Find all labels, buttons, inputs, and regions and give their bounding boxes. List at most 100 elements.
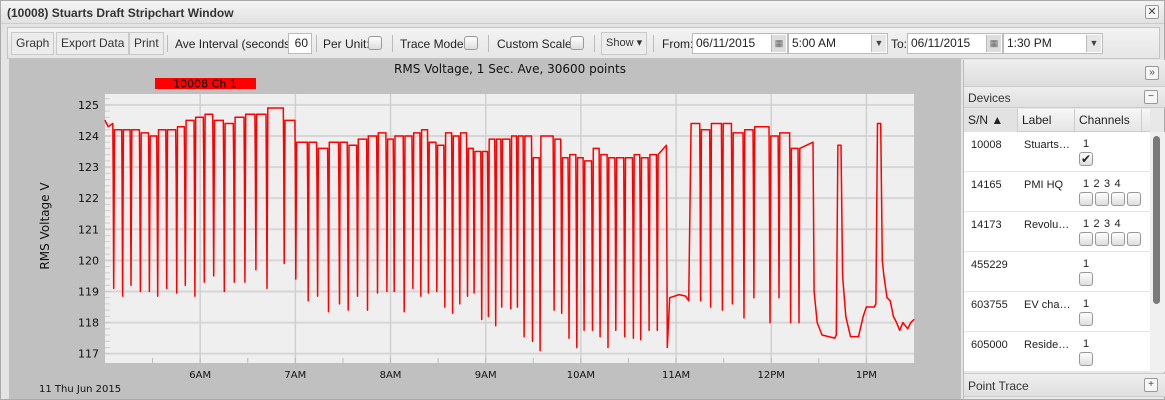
data-point — [265, 113, 267, 115]
data-point — [294, 168, 296, 170]
data-point — [821, 334, 823, 336]
device-row[interactable]: 603755 EV cha… 1 — [964, 292, 1150, 332]
device-row[interactable]: 14173 Revolu… 1234 — [964, 212, 1150, 252]
scrollbar-thumb[interactable] — [1153, 136, 1160, 304]
x-tick-label: 1PM — [856, 370, 877, 381]
point-trace-section-header[interactable]: Point Trace + — [964, 373, 1165, 397]
data-point — [778, 297, 780, 299]
channel-checkbox[interactable] — [1079, 192, 1093, 206]
data-point — [113, 129, 116, 131]
expand-plus-icon[interactable]: + — [1144, 378, 1158, 392]
data-point — [480, 203, 482, 205]
data-point — [515, 135, 518, 137]
calendar-icon[interactable]: ▦ — [771, 35, 786, 52]
close-icon[interactable]: ✕ — [1145, 5, 1159, 19]
data-point — [835, 334, 837, 336]
ave-interval-input[interactable]: 60 — [288, 33, 312, 54]
data-point — [560, 194, 562, 196]
data-point — [789, 196, 791, 198]
from-date-input[interactable]: 06/11/2015 ▦ — [692, 33, 788, 54]
stripchart[interactable]: RMS Voltage, 1 Sec. Ave, 30600 points 10… — [9, 59, 961, 399]
data-point — [327, 311, 330, 313]
from-time-select[interactable]: 5:00 AM ▼ — [788, 33, 888, 54]
data-point — [377, 132, 379, 134]
devices-section-header[interactable]: Devices − — [964, 87, 1165, 108]
channel-checkbox[interactable] — [1111, 192, 1125, 206]
data-point — [561, 312, 563, 314]
data-point — [754, 126, 756, 128]
data-point — [366, 192, 368, 195]
data-point — [443, 144, 445, 146]
chevron-down-icon[interactable]: ▼ — [1086, 35, 1101, 52]
column-header-sn[interactable]: S/N ▲ — [964, 109, 1018, 132]
data-point — [699, 180, 701, 182]
data-point — [797, 203, 800, 205]
data-point — [480, 150, 482, 153]
data-point — [849, 336, 852, 338]
custom-scale-label: Custom Scale: — [497, 37, 576, 51]
data-point — [451, 191, 453, 193]
channel-number: 2 — [1093, 178, 1100, 190]
channel-checkbox[interactable] — [1111, 232, 1125, 246]
data-point — [413, 132, 415, 134]
device-row[interactable]: 605000 Reside… 1 — [964, 332, 1150, 372]
device-row[interactable]: 14165 PMI HQ 1234 — [964, 172, 1150, 212]
data-point — [376, 182, 378, 184]
print-button[interactable]: Print — [129, 32, 164, 55]
data-point — [494, 200, 496, 202]
separator — [594, 35, 595, 52]
data-point — [385, 132, 387, 134]
data-point — [437, 144, 439, 146]
channel-checkbox[interactable] — [1079, 232, 1093, 246]
per-unit-checkbox[interactable] — [368, 36, 382, 50]
data-point — [443, 194, 445, 196]
x-tick-label: 8AM — [380, 370, 402, 381]
device-label: PMI HQ — [1024, 179, 1064, 191]
data-point — [403, 192, 405, 194]
chart-area[interactable]: RMS Voltage, 1 Sec. Ave, 30600 points 10… — [9, 59, 961, 399]
data-point — [222, 119, 224, 121]
export-data-button[interactable]: Export Data — [56, 32, 130, 55]
collapse-minus-icon[interactable]: − — [1144, 90, 1158, 104]
separator — [653, 35, 654, 52]
to-date-input[interactable]: 06/11/2015 ▦ — [907, 33, 1003, 54]
calendar-icon[interactable]: ▦ — [986, 35, 1001, 52]
graph-button[interactable]: Graph — [11, 32, 55, 55]
channel-checkbox[interactable] — [1079, 352, 1093, 366]
chevron-down-icon[interactable]: ▼ — [871, 35, 886, 52]
data-point — [327, 147, 329, 149]
device-row[interactable]: 10008 Stuarts… 1 ✔ — [964, 132, 1150, 172]
data-point — [907, 328, 909, 330]
column-header-channels[interactable]: Channels — [1075, 109, 1142, 132]
data-point — [466, 295, 469, 297]
double-chevron-right-icon[interactable]: » — [1145, 66, 1159, 80]
data-point — [600, 154, 602, 156]
device-row[interactable]: 455229 1 — [964, 252, 1150, 292]
data-point — [575, 219, 577, 221]
data-point — [486, 150, 489, 153]
data-point — [347, 194, 349, 196]
data-point — [517, 135, 519, 137]
y-tick-label: 125 — [78, 99, 99, 112]
data-point — [889, 300, 891, 302]
data-point — [458, 135, 460, 137]
channel-checkbox[interactable] — [1127, 192, 1141, 206]
devices-scrollbar[interactable] — [1150, 132, 1165, 372]
data-point — [138, 129, 140, 131]
data-point — [107, 126, 109, 128]
channel-checkbox[interactable] — [1095, 192, 1109, 206]
data-point — [436, 290, 438, 293]
data-point — [633, 154, 635, 156]
show-dropdown-button[interactable]: Show ▾ — [601, 32, 648, 55]
channel-checkbox[interactable] — [1127, 232, 1141, 246]
column-header-label[interactable]: Label — [1018, 109, 1075, 132]
data-point — [666, 346, 668, 349]
custom-scale-checkbox[interactable] — [570, 36, 584, 50]
trace-mode-checkbox[interactable] — [464, 36, 478, 50]
data-point — [768, 192, 771, 195]
channel-checkbox[interactable] — [1079, 272, 1093, 286]
channel-checkbox[interactable]: ✔ — [1079, 152, 1093, 166]
channel-checkbox[interactable] — [1095, 232, 1109, 246]
to-time-select[interactable]: 1:30 PM ▼ — [1003, 33, 1103, 54]
channel-checkbox[interactable] — [1079, 312, 1093, 326]
